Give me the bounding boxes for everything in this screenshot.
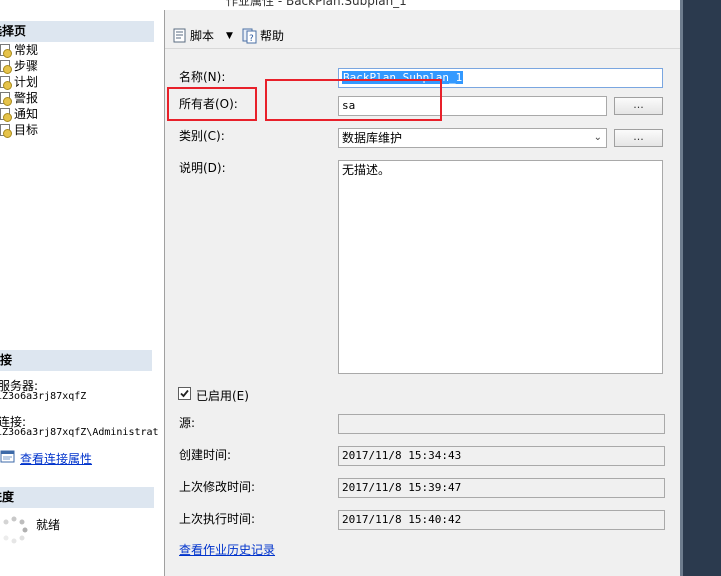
main-panel: 脚本 ▼ ? 帮助 名称(N): BackPlan.Subplan_1 所有者(… <box>165 10 680 576</box>
page-icon <box>0 108 12 122</box>
description-textarea[interactable]: 无描述。 <box>338 160 663 374</box>
progress-header: 进度 <box>0 487 154 508</box>
page-item-targets[interactable]: 目标 <box>0 122 38 138</box>
page-item-schedules[interactable]: 计划 <box>0 74 38 90</box>
owner-label-highlight <box>167 87 257 121</box>
spinner-icon <box>3 516 28 544</box>
window-frame-right <box>680 0 721 576</box>
page-icon <box>0 76 12 90</box>
page-item-label: 计划 <box>14 75 39 89</box>
connection-header: 连接 <box>0 350 152 371</box>
enabled-label: 已启用(E) <box>196 389 249 403</box>
modified-field: 2017/11/8 15:39:47 <box>338 478 665 498</box>
page-item-notifications[interactable]: 通知 <box>0 106 38 122</box>
page-item-alerts[interactable]: 警报 <box>0 90 38 106</box>
category-label: 类别(C): <box>179 129 225 143</box>
script-icon <box>173 28 186 43</box>
checkmark-icon <box>180 389 189 398</box>
source-field <box>338 414 665 434</box>
created-field: 2017/11/8 15:34:43 <box>338 446 665 466</box>
created-label: 创建时间: <box>179 448 232 462</box>
page-icon <box>0 92 12 106</box>
source-label: 源: <box>179 416 196 430</box>
executed-field: 2017/11/8 15:40:42 <box>338 510 665 530</box>
properties-icon <box>0 450 15 463</box>
page-item-label: 警报 <box>14 91 39 105</box>
page-list: 常规 步骤 计划 警报 通知 目标 <box>0 42 38 138</box>
category-select[interactable]: 数据库维护 ⌄ <box>338 128 607 148</box>
page-item-steps[interactable]: 步骤 <box>0 58 38 74</box>
script-label: 脚本 <box>190 29 215 43</box>
help-icon: ? <box>242 28 257 44</box>
page-item-label: 目标 <box>14 123 39 137</box>
owner-field-highlight <box>265 79 442 121</box>
page-icon <box>0 60 12 74</box>
frame-edge <box>680 0 683 576</box>
server-value: iZ3o6a3rj87xqfZ <box>0 391 87 402</box>
view-connection-link[interactable]: 查看连接属性 <box>20 450 92 467</box>
page-item-general[interactable]: 常规 <box>0 42 38 58</box>
name-label: 名称(N): <box>179 70 226 84</box>
view-job-history-link[interactable]: 查看作业历史记录 <box>179 541 275 558</box>
executed-label: 上次执行时间: <box>179 512 256 526</box>
page-item-label: 步骤 <box>14 59 39 73</box>
page-item-label: 通知 <box>14 107 39 121</box>
progress-status: 就绪 <box>36 518 61 532</box>
page-icon <box>0 44 12 58</box>
select-page-header: 选择页 <box>0 21 154 42</box>
page-icon <box>0 124 12 138</box>
description-label: 说明(D): <box>179 161 226 175</box>
svg-text:?: ? <box>249 34 254 44</box>
help-label: 帮助 <box>260 29 285 43</box>
left-pane: 选择页 常规 步骤 计划 警报 通知 目标 连接 服务器: iZ3o6a3rj8… <box>0 10 165 576</box>
owner-browse-button[interactable]: ... <box>614 97 663 115</box>
script-dropdown-arrow-icon[interactable]: ▼ <box>226 28 233 44</box>
page-item-label: 常规 <box>14 43 39 57</box>
toolbar: 脚本 ▼ ? 帮助 <box>165 10 680 49</box>
window-title: 作业属性 - BackPlan.Subplan_1 <box>226 0 407 8</box>
window-title-bar: 作业属性 - BackPlan.Subplan_1 <box>0 0 680 10</box>
category-browse-button[interactable]: ... <box>614 129 663 147</box>
chevron-down-icon: ⌄ <box>593 132 602 143</box>
modified-label: 上次修改时间: <box>179 480 256 494</box>
enabled-checkbox[interactable] <box>178 387 191 400</box>
connection-value: iZ3o6a3rj87xqfZ\Administrat <box>0 427 159 438</box>
category-select-value: 数据库维护 <box>342 131 403 145</box>
